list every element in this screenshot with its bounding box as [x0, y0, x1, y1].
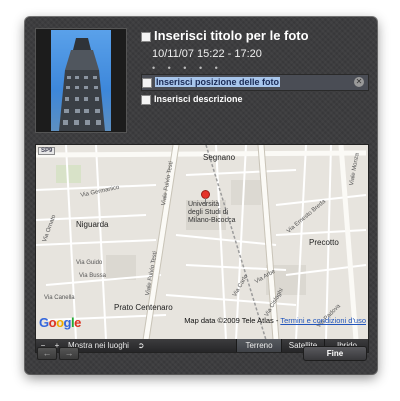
- university-line-2: degli Studi di: [188, 209, 229, 216]
- street-label-guido: Via Guido: [76, 260, 103, 266]
- show-in-places-arrow-icon[interactable]: ➲: [136, 339, 146, 352]
- road-badge: SP9: [38, 147, 56, 155]
- photo-thumbnail[interactable]: [35, 28, 127, 133]
- done-button[interactable]: Fine: [303, 346, 367, 361]
- title-field[interactable]: Inserisci titolo per le foto: [141, 28, 309, 43]
- description-checkbox[interactable]: [141, 94, 151, 105]
- google-logo: Google: [39, 315, 81, 330]
- copyright-text: Map data ©2009 Tele Atlas -: [184, 316, 281, 325]
- date-range: 10/11/07 15:22 - 17:20: [152, 48, 262, 60]
- title-placeholder: Inserisci titolo per le foto: [154, 28, 309, 43]
- map-copyright: Map data ©2009 Tele Atlas - Termini e co…: [184, 316, 366, 325]
- location-checkbox[interactable]: [142, 77, 152, 88]
- map-view[interactable]: SP9 Segnano Niguarda Precotto Prato Cent…: [35, 144, 369, 341]
- place-label-niguarda: Niguarda: [76, 220, 109, 229]
- place-label-precotto: Precotto: [309, 238, 339, 247]
- description-field[interactable]: Inserisci descrizione: [141, 94, 243, 105]
- terms-link[interactable]: Termini e condizioni d'uso: [280, 316, 366, 325]
- next-button[interactable]: →: [59, 347, 79, 360]
- university-line-1: Università: [188, 201, 220, 208]
- street-label-canella: Via Canella: [44, 295, 75, 301]
- location-field[interactable]: Inserisci posizione delle foto ✕: [141, 74, 369, 91]
- street-label-bussa: Via Bussa: [79, 273, 106, 279]
- map-type-terrain[interactable]: Terreno: [236, 339, 281, 352]
- clear-icon[interactable]: ✕: [354, 77, 364, 87]
- university-line-3: Milano-Bicocca: [188, 217, 236, 224]
- place-label-segnano: Segnano: [203, 153, 236, 162]
- previous-button[interactable]: ←: [37, 347, 57, 360]
- rating-stars[interactable]: • • • • •: [152, 63, 223, 73]
- location-placeholder: Inserisci posizione delle foto: [155, 77, 281, 87]
- place-label-university: Università degli Studi di Milano-Bicocca: [188, 201, 235, 225]
- title-checkbox[interactable]: [141, 31, 151, 42]
- place-label-prato-centenaro: Prato Centenaro: [114, 303, 173, 312]
- building-photo-graphic: [59, 38, 105, 131]
- photo-image: [51, 30, 111, 131]
- photo-info-panel: Inserisci titolo per le foto 10/11/07 15…: [25, 17, 377, 374]
- description-placeholder: Inserisci descrizione: [154, 94, 243, 104]
- pin-stem: [205, 198, 206, 206]
